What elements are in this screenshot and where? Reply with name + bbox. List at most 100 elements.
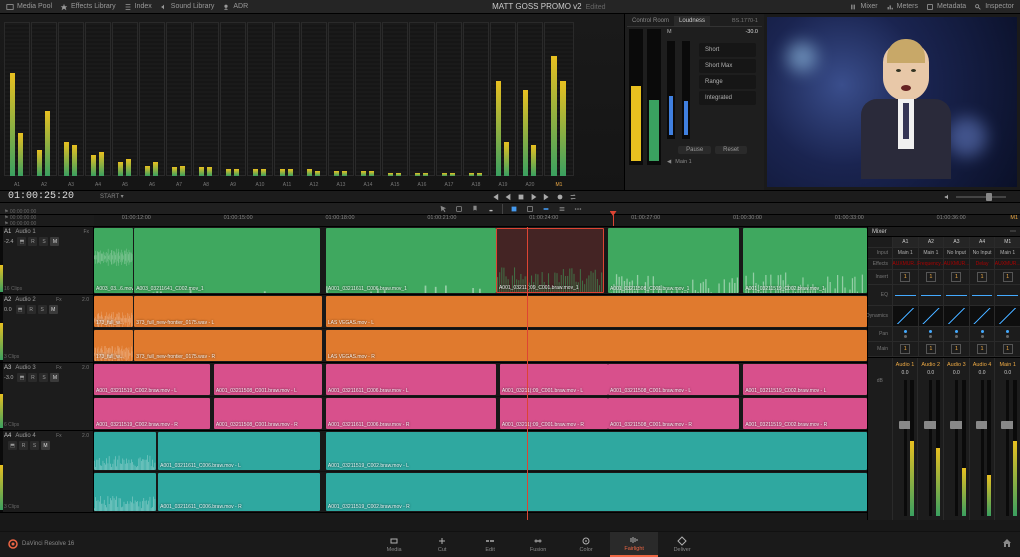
mixer-cell[interactable]: 1 xyxy=(994,270,1020,284)
loudness-reset-button[interactable]: Reset xyxy=(715,146,747,154)
fader-main-1[interactable]: Main 10.0 xyxy=(994,358,1020,520)
audio-clip[interactable]: A001_03211611_C006.braw.mov - L xyxy=(326,364,496,395)
toolbar-index[interactable]: Index xyxy=(124,3,152,11)
mixer-cell[interactable]: Main 1 xyxy=(918,248,944,258)
mixer-cell[interactable]: Delay xyxy=(969,259,995,269)
fader-audio-1[interactable]: Audio 10.0 xyxy=(892,358,918,520)
mixer-cell[interactable]: 1 xyxy=(994,342,1020,356)
mixer-cell[interactable]: Main 1 xyxy=(994,248,1020,258)
track-btn-m[interactable]: M xyxy=(50,237,59,246)
audio-clip[interactable]: A001_03211508_C001.braw.mov_1 xyxy=(608,228,739,293)
mixer-cell[interactable]: 1 xyxy=(969,342,995,356)
track-btn-m[interactable]: M xyxy=(49,305,58,314)
audio-clip[interactable]: A001_03211519_C002.braw.mov - R xyxy=(743,398,867,429)
track-btn-s[interactable]: S xyxy=(38,305,47,314)
audio-clip[interactable]: A001_03211519_C002.braw.mov - L xyxy=(94,364,210,395)
mixer-channel-header-m1[interactable]: M1 xyxy=(994,237,1020,247)
mixer-dynamics-cell[interactable] xyxy=(918,306,944,326)
mixer-cell[interactable]: Frequency... xyxy=(918,259,944,269)
volume-icon[interactable] xyxy=(944,193,952,201)
audio-clip[interactable]: LAS VEGAS.mov - L xyxy=(326,296,867,327)
skip-forward-icon[interactable] xyxy=(543,193,551,201)
mixer-cell[interactable]: 1 xyxy=(892,270,918,284)
audio-clip[interactable]: A001_03211508_C001.braw.mov - R xyxy=(608,398,739,429)
track-header-a2[interactable]: A2Audio 2Fx2.00.0⬒RSM3 Clips xyxy=(0,295,94,362)
mixer-eq-cell[interactable] xyxy=(969,285,995,305)
track-btn-⬒[interactable]: ⬒ xyxy=(8,441,17,450)
skip-back-icon[interactable] xyxy=(491,193,499,201)
toolbar-meters[interactable]: Meters xyxy=(886,3,918,11)
mixer-cell[interactable]: No Input xyxy=(969,248,995,258)
mixer-dynamics-cell[interactable] xyxy=(943,306,969,326)
track-btn-s[interactable]: S xyxy=(39,373,48,382)
track-btn-⬒[interactable]: ⬒ xyxy=(17,237,26,246)
mixer-eq-cell[interactable] xyxy=(892,285,918,305)
audio-clip[interactable]: A001_03211519_C002.braw.mov - L xyxy=(743,364,867,395)
audio-clip[interactable]: A001_03211508_C001.braw.mov - L xyxy=(214,364,322,395)
audio-clip[interactable]: A001_03211508_C001.braw.mov - L xyxy=(608,364,739,395)
razor-tool[interactable] xyxy=(486,204,496,214)
page-fusion[interactable]: Fusion xyxy=(514,532,562,557)
track-btn-r[interactable]: R xyxy=(28,237,37,246)
mixer-pan-cell[interactable] xyxy=(994,327,1020,341)
mixer-cell[interactable]: Main 1 xyxy=(892,248,918,258)
loudness-output[interactable]: Main 1 xyxy=(675,159,692,165)
audio-clip[interactable]: 373_full_new-frontier_0175.wav - L xyxy=(134,296,322,327)
mixer-cell[interactable]: AUXMUR... xyxy=(892,259,918,269)
mixer-eq-cell[interactable] xyxy=(943,285,969,305)
loop-icon[interactable] xyxy=(569,193,577,201)
track-btn-s[interactable]: S xyxy=(30,441,39,450)
audio-clip[interactable]: A003_03211641_C002.mov_1 xyxy=(134,228,320,293)
track-header-a3[interactable]: A3Audio 3Fx2.0-3.0⬒RSM6 Clips xyxy=(0,363,94,430)
mixer-pan-cell[interactable] xyxy=(969,327,995,341)
range-tool[interactable] xyxy=(454,204,464,214)
timeline-ruler[interactable]: 01:00:12:0001:00:15:0001:00:18:0001:00:2… xyxy=(94,215,1020,226)
mixer-cell[interactable]: 1 xyxy=(943,342,969,356)
marker-tool[interactable] xyxy=(470,204,480,214)
track-lane[interactable]: A001_03211611_C006.braw.mov - RA001_0321… xyxy=(94,471,867,512)
fader-audio-3[interactable]: Audio 30.0 xyxy=(943,358,969,520)
audio-clip[interactable]: A001_03211(:09_C001.braw.mov_1 xyxy=(496,228,604,293)
mixer-pan-cell[interactable] xyxy=(943,327,969,341)
toolbar-mixer[interactable]: Mixer xyxy=(849,3,877,11)
audio-clip[interactable]: A001_03211508_C001.braw.mov - R xyxy=(214,398,322,429)
audio-clip[interactable]: 373_full_new-frontier_0175.wav - R xyxy=(134,330,322,361)
track-lane[interactable]: A001_03211611_C006.braw.mov - LA001_0321… xyxy=(94,431,867,471)
toolbar-effects-library[interactable]: Effects Library xyxy=(60,3,116,11)
page-edit[interactable]: Edit xyxy=(466,532,514,557)
track-btn-s[interactable]: S xyxy=(39,237,48,246)
track-lane[interactable]: 173_full_w...373_full_new-frontier_0175.… xyxy=(94,295,867,328)
play-back-icon[interactable] xyxy=(504,193,512,201)
pointer-tool[interactable] xyxy=(438,204,448,214)
mixer-cell[interactable]: AUXMUR... xyxy=(943,259,969,269)
mixer-pan-cell[interactable] xyxy=(918,327,944,341)
track-btn-m[interactable]: M xyxy=(41,441,50,450)
page-fairlight[interactable]: Fairlight xyxy=(610,532,658,557)
tab-loudness[interactable]: Loudness xyxy=(674,16,710,26)
mixer-cell[interactable]: 1 xyxy=(969,270,995,284)
audio-clip[interactable]: A001_03211519_C002.braw.mov_1 xyxy=(743,228,867,293)
audio-clip[interactable]: A001_03211611_C006.braw.mov - L xyxy=(158,432,320,470)
home-button[interactable] xyxy=(994,538,1020,550)
list-tool[interactable] xyxy=(557,204,567,214)
audio-clip[interactable]: 173_full_w... xyxy=(94,330,133,361)
audio-clip[interactable] xyxy=(94,473,156,511)
audio-clip[interactable]: A001_03211(:09_C001.braw.mov - R xyxy=(500,398,608,429)
track-lane[interactable]: 173_full_w...373_full_new-frontier_0175.… xyxy=(94,328,867,362)
mixer-dynamics-cell[interactable] xyxy=(994,306,1020,326)
track-lane[interactable]: A003_03...6.mov_1A003_03211641_C002.mov_… xyxy=(94,227,867,294)
more-tool[interactable] xyxy=(573,204,583,214)
tab-control-room[interactable]: Control Room xyxy=(627,16,674,26)
mixer-channel-header-a2[interactable]: A2 xyxy=(918,237,944,247)
audio-clip[interactable]: A001_03211519_C002.braw.mov - L xyxy=(326,432,867,470)
track-btn-r[interactable]: R xyxy=(27,305,36,314)
toolbar-inspector[interactable]: Inspector xyxy=(974,3,1014,11)
mixer-dynamics-cell[interactable] xyxy=(892,306,918,326)
mixer-pan-cell[interactable] xyxy=(892,327,918,341)
mixer-cell[interactable]: 1 xyxy=(918,270,944,284)
loudness-standard[interactable]: BS.1770-1 xyxy=(728,16,762,26)
mixer-cell[interactable]: 1 xyxy=(943,270,969,284)
start-label[interactable]: START ▾ xyxy=(100,193,124,200)
fader-audio-4[interactable]: Audio 40.0 xyxy=(969,358,995,520)
mixer-channel-header-a1[interactable]: A1 xyxy=(892,237,918,247)
